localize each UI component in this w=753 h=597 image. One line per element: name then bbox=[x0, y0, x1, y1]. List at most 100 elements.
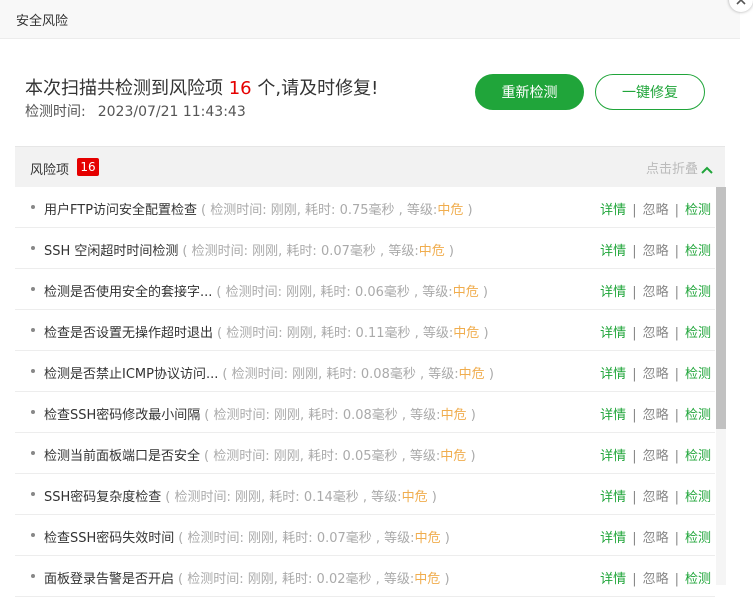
risk-item-name: SSH密码复杂度检查 bbox=[44, 490, 162, 505]
risk-level: 中危 bbox=[440, 449, 467, 464]
risk-item-text: 面板登录告警是否开启( 检测时间: 刚刚, 耗时: 0.02毫秒 , 等级:中危… bbox=[44, 568, 450, 587]
check-link[interactable]: 检测 bbox=[685, 326, 711, 341]
meta-elapsed-label: 刚刚, 耗时: bbox=[248, 531, 313, 546]
check-link[interactable]: 检测 bbox=[685, 203, 711, 218]
risk-item-actions: 详情 | 忽略 | 检测 bbox=[600, 527, 711, 546]
meta-close: ) bbox=[431, 490, 437, 505]
action-separator: | bbox=[674, 244, 679, 259]
meta-time-label: ( 检测时间: bbox=[165, 490, 231, 505]
risk-item-actions: 详情 | 忽略 | 检测 bbox=[600, 363, 711, 382]
ignore-link[interactable]: 忽略 bbox=[643, 531, 669, 546]
action-separator: | bbox=[632, 408, 637, 423]
meta-time-label: ( 检测时间: bbox=[216, 285, 282, 300]
risk-item-text: 检查是否设置无操作超时退出( 检测时间: 刚刚, 耗时: 0.11毫秒 , 等级… bbox=[44, 322, 489, 341]
meta-elapsed-label: 刚刚, 耗时: bbox=[286, 285, 351, 300]
meta-time-label: ( 检测时间: bbox=[217, 326, 283, 341]
action-separator: | bbox=[674, 449, 679, 464]
check-link[interactable]: 检测 bbox=[685, 285, 711, 300]
ignore-link[interactable]: 忽略 bbox=[643, 367, 669, 382]
action-separator: | bbox=[674, 326, 679, 341]
detail-link[interactable]: 详情 bbox=[600, 490, 626, 505]
meta-level-label: 等级: bbox=[406, 203, 438, 218]
meta-close: ) bbox=[470, 408, 476, 423]
meta-elapsed-label: 刚刚, 耗时: bbox=[292, 367, 357, 382]
collapse-label: 点击折叠 bbox=[645, 162, 698, 177]
risk-item-meta: ( 检测时间: 刚刚, 耗时: 0.05毫秒 , 等级:中危 ) bbox=[204, 449, 476, 464]
ignore-link[interactable]: 忽略 bbox=[643, 244, 669, 259]
meta-level-label: 等级: bbox=[409, 449, 441, 464]
collapse-toggle[interactable]: 点击折叠 bbox=[646, 158, 713, 177]
bullet-icon bbox=[31, 287, 35, 291]
meta-elapsed-label: 刚刚, 耗时: bbox=[286, 326, 352, 341]
risk-item-duration: 0.14毫秒 bbox=[303, 490, 359, 505]
risk-item-text: 检查SSH密码修改最小间隔( 检测时间: 刚刚, 耗时: 0.08毫秒 , 等级… bbox=[44, 404, 476, 423]
detail-link[interactable]: 详情 bbox=[600, 203, 626, 218]
detail-link[interactable]: 详情 bbox=[600, 285, 626, 300]
detail-link[interactable]: 详情 bbox=[600, 367, 626, 382]
risk-item: SSH密码复杂度检查( 检测时间: 刚刚, 耗时: 0.14毫秒 , 等级:中危… bbox=[15, 474, 715, 515]
ignore-link[interactable]: 忽略 bbox=[643, 203, 669, 218]
detail-link[interactable]: 详情 bbox=[600, 531, 626, 546]
ignore-link[interactable]: 忽略 bbox=[643, 326, 669, 341]
rescan-button[interactable]: 重新检测 bbox=[475, 74, 584, 110]
ignore-link[interactable]: 忽略 bbox=[643, 285, 669, 300]
meta-time-label: ( 检测时间: bbox=[178, 531, 244, 546]
meta-close: ) bbox=[448, 244, 454, 259]
bullet-icon bbox=[31, 574, 35, 578]
risk-item-text: 检测是否使用安全的套接字...( 检测时间: 刚刚, 耗时: 0.06毫秒 , … bbox=[44, 281, 488, 300]
detail-link[interactable]: 详情 bbox=[600, 326, 626, 341]
security-risk-dialog: 安全风险 本次扫描共检测到风险项 16 个,请及时修复! 检测时间: 2023/0… bbox=[0, 0, 740, 597]
summary-prefix: 本次扫描共检测到风险项 bbox=[25, 78, 223, 99]
risk-item-name: 用户FTP访问安全配置检查 bbox=[44, 203, 198, 218]
risk-item-duration: 0.75毫秒 bbox=[339, 203, 395, 218]
risk-item-duration: 0.08毫秒 bbox=[360, 367, 416, 382]
dialog-title: 安全风险 bbox=[16, 14, 69, 29]
bullet-icon bbox=[31, 328, 35, 332]
meta-elapsed-label: 刚刚, 耗时: bbox=[252, 244, 317, 259]
scrollbar-thumb[interactable] bbox=[716, 187, 726, 429]
ignore-link[interactable]: 忽略 bbox=[643, 408, 669, 423]
check-link[interactable]: 检测 bbox=[685, 531, 711, 546]
check-link[interactable]: 检测 bbox=[685, 408, 711, 423]
scan-time-label: 检测时间: bbox=[25, 104, 86, 120]
check-link[interactable]: 检测 bbox=[685, 244, 711, 259]
meta-elapsed-label: 刚刚, 耗时: bbox=[235, 490, 300, 505]
meta-time-label: ( 检测时间: bbox=[182, 244, 249, 259]
action-separator: | bbox=[632, 367, 637, 382]
action-separator: | bbox=[674, 490, 679, 505]
meta-level-label: 等级: bbox=[410, 408, 441, 423]
risk-item-meta: ( 检测时间: 刚刚, 耗时: 0.07毫秒 , 等级:中危 ) bbox=[178, 531, 450, 546]
risk-item-name: 检查SSH密码失效时间 bbox=[44, 531, 175, 546]
bullet-icon bbox=[31, 451, 35, 455]
risk-item: SSH 空闲超时时间检测( 检测时间: 刚刚, 耗时: 0.07毫秒 , 等级:… bbox=[15, 228, 715, 269]
check-link[interactable]: 检测 bbox=[685, 490, 711, 505]
risk-item: 检测当前面板端口是否安全( 检测时间: 刚刚, 耗时: 0.05毫秒 , 等级:… bbox=[15, 433, 715, 474]
action-separator: | bbox=[674, 285, 679, 300]
risk-item-meta: ( 检测时间: 刚刚, 耗时: 0.11毫秒 , 等级:中危 ) bbox=[217, 326, 489, 341]
bullet-icon bbox=[31, 410, 35, 414]
detail-link[interactable]: 详情 bbox=[600, 244, 626, 259]
scan-time: 检测时间: 2023/07/21 11:43:43 bbox=[25, 101, 246, 121]
fix-all-button[interactable]: 一键修复 bbox=[595, 74, 705, 110]
meta-elapsed-label: 刚刚, 耗时: bbox=[270, 203, 336, 218]
detail-link[interactable]: 详情 bbox=[600, 449, 626, 464]
meta-close: ) bbox=[470, 449, 476, 464]
meta-elapsed-label: 刚刚, 耗时: bbox=[273, 449, 339, 464]
ignore-link[interactable]: 忽略 bbox=[643, 449, 669, 464]
risk-panel-header: 风险项 16 点击折叠 bbox=[15, 146, 725, 187]
check-link[interactable]: 检测 bbox=[685, 367, 711, 382]
risk-item-name: 检查是否设置无操作超时退出 bbox=[44, 326, 214, 341]
meta-level-label: 等级: bbox=[371, 490, 402, 505]
meta-level-label: 等级: bbox=[428, 367, 459, 382]
risk-item: 检测是否使用安全的套接字...( 检测时间: 刚刚, 耗时: 0.06毫秒 , … bbox=[15, 269, 715, 310]
risk-item-name: 检测是否使用安全的套接字... bbox=[44, 285, 213, 300]
detail-link[interactable]: 详情 bbox=[600, 408, 626, 423]
meta-level-label: 等级: bbox=[388, 244, 419, 259]
ignore-link[interactable]: 忽略 bbox=[643, 490, 669, 505]
check-link[interactable]: 检测 bbox=[685, 449, 711, 464]
risk-level: 中危 bbox=[440, 408, 467, 423]
risk-item-meta: ( 检测时间: 刚刚, 耗时: 0.14毫秒 , 等级:中危 ) bbox=[165, 490, 437, 505]
risk-item-actions: 详情 | 忽略 | 检测 bbox=[600, 281, 711, 300]
meta-time-label: ( 检测时间: bbox=[204, 408, 270, 423]
close-icon bbox=[736, 0, 746, 5]
